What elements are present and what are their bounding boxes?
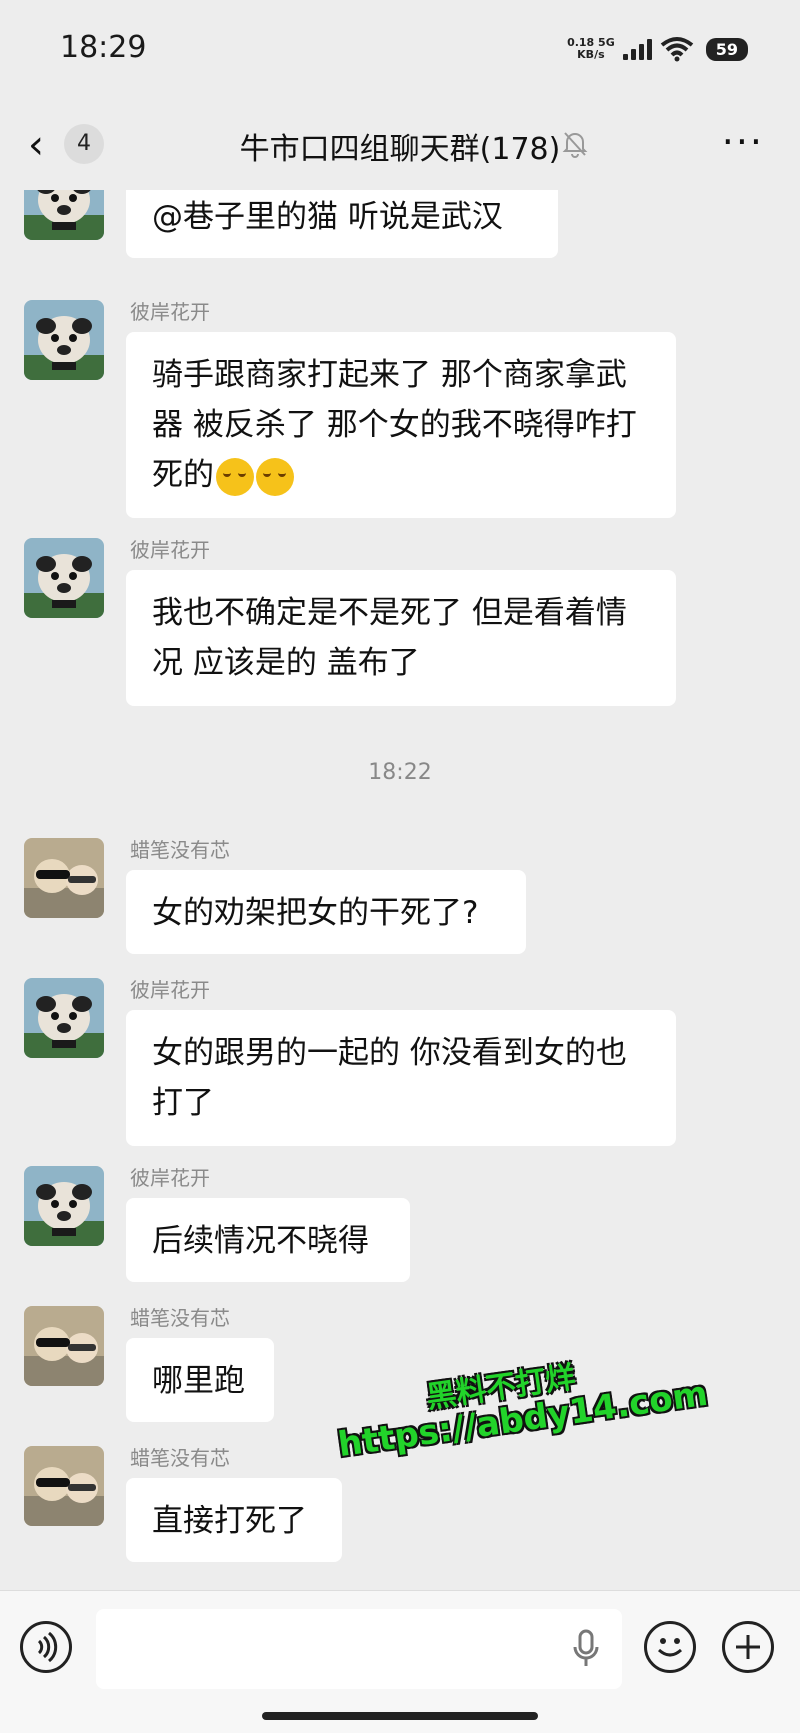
- net-speed: 0.18 5G KB/s: [567, 37, 615, 61]
- cat-avatar[interactable]: [24, 1306, 104, 1386]
- mic-icon[interactable]: [572, 1629, 600, 1669]
- message-bubble[interactable]: @巷子里的猫 听说是武汉: [126, 190, 558, 258]
- emoji-icon[interactable]: [644, 1621, 696, 1673]
- message-bubble[interactable]: 直接打死了: [126, 1478, 342, 1562]
- more-icon[interactable]: ···: [722, 120, 764, 164]
- dog-avatar[interactable]: [24, 300, 104, 380]
- cat-avatar[interactable]: [24, 838, 104, 918]
- battery-indicator: 59: [705, 37, 748, 61]
- message-bubble[interactable]: 女的跟男的一起的 你没看到女的也打了: [126, 1010, 676, 1146]
- dog-avatar[interactable]: [24, 190, 104, 240]
- sender-name: 彼岸花开: [130, 538, 210, 562]
- message-bubble[interactable]: 哪里跑: [126, 1338, 274, 1422]
- message-bubble[interactable]: 女的劝架把女的干死了?: [126, 870, 526, 954]
- dog-avatar[interactable]: [24, 538, 104, 618]
- status-indicators: 0.18 5G KB/s 59: [567, 36, 748, 62]
- chat-title: 牛市口四组聊天群(178): [0, 124, 800, 168]
- wifi-icon: [660, 37, 693, 62]
- message-bubble[interactable]: 骑手跟商家打起来了 那个商家拿武器 被反杀了 那个女的我不晓得咋打死的: [126, 332, 676, 518]
- chat-timestamp: 18:22: [368, 760, 432, 785]
- home-indicator[interactable]: [262, 1712, 538, 1720]
- status-time: 18:29: [60, 30, 147, 65]
- message-bubble[interactable]: 后续情况不晓得: [126, 1198, 410, 1282]
- sender-name: 彼岸花开: [130, 978, 210, 1002]
- status-bar: 18:29 0.18 5G KB/s 59: [0, 0, 800, 100]
- mute-bell-icon: [562, 132, 588, 158]
- crying-laughing-emoji-icon: [256, 457, 294, 496]
- chat-header: ‹ 4 牛市口四组聊天群(178) ···: [0, 100, 800, 190]
- message-bubble[interactable]: 我也不确定是不是死了 但是看着情况 应该是的 盖布了: [126, 570, 676, 706]
- dog-avatar[interactable]: [24, 1166, 104, 1246]
- message-input[interactable]: [96, 1609, 622, 1689]
- voice-icon[interactable]: [20, 1621, 72, 1673]
- sender-name: 彼岸花开: [130, 300, 210, 324]
- sender-name: 彼岸花开: [130, 1166, 210, 1190]
- sender-name: 蜡笔没有芯: [130, 1306, 230, 1330]
- crying-laughing-emoji-icon: [216, 457, 254, 496]
- cat-avatar[interactable]: [24, 1446, 104, 1526]
- plus-icon[interactable]: [722, 1621, 774, 1673]
- sender-name: 蜡笔没有芯: [130, 1446, 230, 1470]
- sender-name: 蜡笔没有芯: [130, 838, 230, 862]
- signal-icon: [622, 38, 652, 60]
- chat-title-text: 牛市口四组聊天群(178): [239, 132, 561, 167]
- net-speed-unit: KB/s: [577, 48, 605, 61]
- dog-avatar[interactable]: [24, 978, 104, 1058]
